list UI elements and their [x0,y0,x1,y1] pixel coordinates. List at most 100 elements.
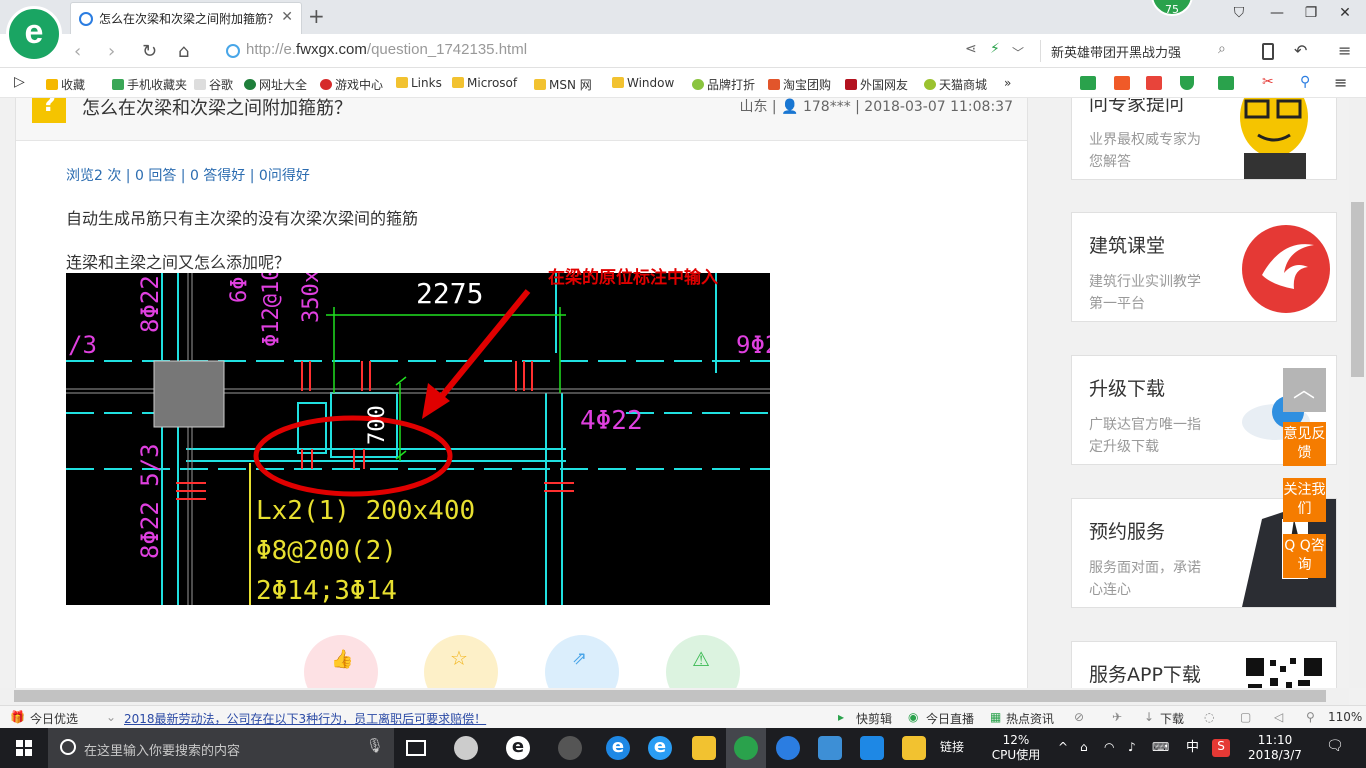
sidebar-card-app[interactable]: 服务APP下载 [1071,641,1337,688]
feedback-button[interactable]: 意见反馈 [1283,422,1326,466]
ext-scissors-icon[interactable]: ✂ [1262,74,1274,90]
action-center-icon[interactable]: 🗨 [1326,739,1344,754]
sidebar-card-ask-expert[interactable]: 问专家提问 业界最权威专家为您解答 [1071,98,1337,180]
report-button[interactable]: ⚠ [666,635,740,688]
task-view-icon[interactable] [406,740,426,756]
tool-icon[interactable]: ✈ [1112,710,1122,724]
status-item-download[interactable]: 下载 [1160,710,1184,727]
search-input[interactable]: 新英雄带团开黑战力强 [1040,40,1240,62]
status-item-quick-edit[interactable]: 快剪辑 [856,710,892,727]
minimize-button[interactable]: — [1262,5,1292,21]
tray-wifi-icon[interactable]: ◠ [1104,740,1114,755]
ext-discount-icon[interactable] [1146,76,1165,92]
tray-network-icon[interactable]: ⌂ [1080,740,1088,755]
app-explorer-icon[interactable] [692,736,716,760]
close-window-button[interactable]: ✕ [1330,5,1360,21]
tray-sogou-icon[interactable]: S [1212,739,1230,757]
news-ticker-link[interactable]: 2018最新劳动法，公司存在以下3种行为，员工离职后可要求赔偿！ [124,710,486,727]
chevron-down-icon[interactable]: ﹀ [1012,44,1024,61]
app-ie-icon[interactable]: e [648,736,672,760]
search-icon[interactable]: ⌕ [1218,41,1226,57]
vertical-scrollbar[interactable] [1349,98,1366,688]
horizontal-scroll-thumb[interactable] [14,690,1326,702]
sidebar-card-course[interactable]: 建筑课堂 建筑行业实训教学第一平台 [1071,212,1337,322]
menu-icon[interactable]: ≡ [1334,73,1347,92]
ext-shield-icon[interactable] [1180,76,1197,92]
ext-translate-icon[interactable] [1218,76,1237,92]
bookmark-item[interactable]: 淘宝团购 [768,76,831,93]
ext-tv-icon[interactable] [1114,76,1133,92]
bookmark-item[interactable]: 品牌打折 [692,76,755,93]
tray-chevron-icon[interactable]: ^ [1058,740,1068,755]
bookmark-item[interactable]: MSN 网 [534,76,592,93]
app-briefcase-icon[interactable] [818,736,842,760]
new-tab-button[interactable]: + [308,4,325,28]
zoom-icon[interactable]: ⚲ [1306,710,1315,724]
zoom-level[interactable]: 110% [1328,710,1362,724]
app-fan-icon[interactable] [454,736,478,760]
browser-logo[interactable]: e [6,6,62,62]
site-security-icon[interactable] [226,44,240,58]
bookmark-item[interactable]: 手机收藏夹 [112,76,187,93]
shirt-icon[interactable]: ⛉ [1224,5,1254,21]
status-item-live[interactable]: 今日直播 [926,710,974,727]
lightning-icon[interactable]: ⚡ [990,41,1000,57]
cad-screenshot-image[interactable]: 2275 /3 9Φ2 4Φ22 Lx2(1) 200x400 Φ8@200(2… [66,273,770,605]
app-plus-icon[interactable] [860,736,884,760]
bookmark-item[interactable]: Window [612,76,674,90]
status-item-hot-news[interactable]: 热点资讯 [1006,710,1054,727]
microphone-icon[interactable]: 🎙 [366,738,384,754]
vertical-scroll-thumb[interactable] [1351,202,1364,377]
taskbar-clock[interactable]: 11:10 2018/3/7 [1244,733,1306,763]
question-stats[interactable]: 浏览2 次 | 0 回答 | 0 答得好 | 0问得好 [66,165,310,185]
bookmark-item[interactable]: 谷歌 [194,76,233,93]
tray-volume-icon[interactable]: ♪ [1128,740,1136,755]
bookmark-item[interactable]: 收藏 [46,76,85,93]
bookmark-item[interactable]: Links [396,76,442,90]
bookmark-item[interactable]: 网址大全 [244,76,307,93]
undo-icon[interactable]: ↶ [1294,41,1307,60]
qq-consult-button[interactable]: Q Q咨询 [1283,534,1326,578]
bookmark-item[interactable]: 天猫商城 [924,76,987,93]
favorite-button[interactable]: ☆ [424,635,498,688]
tab-close-icon[interactable]: ✕ [281,9,293,25]
forward-icon[interactable]: › [108,41,115,62]
more-bookmarks-icon[interactable]: » [1004,76,1011,90]
ext-search-icon[interactable]: ⚲ [1300,74,1310,90]
taskbar-links[interactable]: 链接 [940,740,964,755]
app-edge-icon[interactable]: e [606,736,630,760]
window-icon[interactable]: ▢ [1240,710,1251,724]
app-g-icon[interactable] [776,736,800,760]
app-ie-old-icon[interactable]: e [506,736,530,760]
ext-book-icon[interactable] [1080,76,1099,92]
sidebar-toggle-icon[interactable]: ▷ [14,74,25,90]
cpu-usage[interactable]: 12% CPU使用 [988,733,1044,763]
restore-button[interactable]: ❐ [1296,5,1326,21]
sound-icon[interactable]: ◁ [1274,710,1283,724]
taskbar-search[interactable]: 在这里输入你要搜索的内容 🎙 [48,728,394,768]
phone-icon[interactable] [1262,43,1274,60]
home-icon[interactable]: ⌂ [178,41,189,62]
speed-icon[interactable]: ⊘ [1074,710,1084,724]
refresh-icon[interactable]: ↻ [142,41,157,62]
tab-active[interactable]: 怎么在次梁和次梁之间附加箍筋？ ✕ [70,2,302,34]
bookmark-item[interactable]: 游戏中心 [320,76,383,93]
follow-us-button[interactable]: 关注我们 [1283,478,1326,522]
url-field[interactable]: http://e.fwxgx.com/question_1742135.html [246,41,527,58]
app-chat-icon[interactable] [558,736,582,760]
bookmark-item[interactable]: 外国网友 [845,76,908,93]
app-360browser-active[interactable] [726,728,766,768]
clean-icon[interactable]: ◌ [1204,710,1214,724]
share-button[interactable]: ⇗ [545,635,619,688]
status-today-picks[interactable]: 今日优选 [30,710,78,727]
back-to-top-button[interactable]: ︿ [1283,368,1326,412]
app-notes-icon[interactable] [902,736,926,760]
share-icon[interactable]: ⋖ [965,41,977,57]
like-button[interactable]: 👍 [304,635,378,688]
tray-ime[interactable]: 中 [1186,740,1199,755]
back-icon[interactable]: ‹ [74,41,81,62]
tray-keyboard-icon[interactable]: ⌨ [1152,740,1169,755]
menu-icon[interactable]: ≡ [1338,41,1351,60]
bookmark-item[interactable]: Microsof [452,76,517,90]
windows-start-icon[interactable] [16,740,32,756]
